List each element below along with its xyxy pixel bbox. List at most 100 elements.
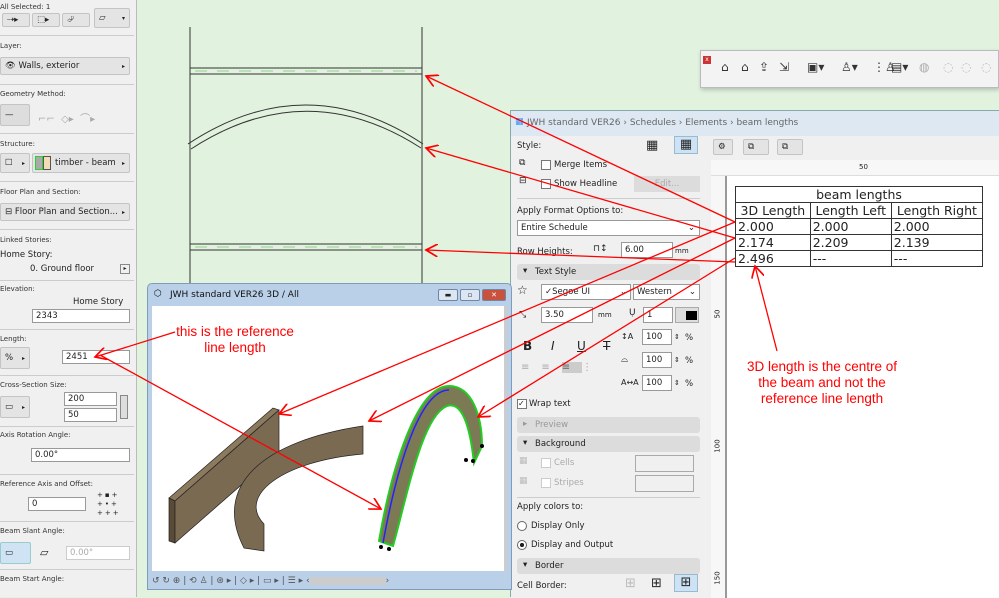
background-header[interactable]: Background xyxy=(517,436,700,452)
profile-button[interactable]: ▭ ▸ xyxy=(0,396,30,418)
3d-navigation-toolbar[interactable]: ↺ ↻ ⊕ | ⟲ ♙ | ⊛ ▸ | ◇ ▸ | ▭ ▸ | ☰ ▸ ‹ › xyxy=(152,576,507,590)
cell[interactable]: --- xyxy=(809,250,892,267)
italic-button[interactable]: I xyxy=(551,339,555,353)
sync-icon[interactable]: ⌂ xyxy=(741,60,749,74)
alignment-buttons[interactable]: ≡≡≡⋮ xyxy=(521,362,604,373)
slanted-beam-button[interactable]: ▱ xyxy=(40,546,48,559)
cell[interactable]: 2.000 xyxy=(890,218,984,235)
width-factor-input[interactable]: 100 xyxy=(642,352,672,368)
spinner-2[interactable]: ⇕ xyxy=(674,356,680,364)
spinner-3[interactable]: ⇕ xyxy=(674,379,680,387)
reference-axis-grid[interactable]: +▪+ +•+ +++ xyxy=(97,491,121,518)
width-input[interactable]: 50 xyxy=(64,408,117,422)
script-select[interactable]: Western ⌄ xyxy=(633,284,700,300)
cells-color-field[interactable] xyxy=(635,455,694,472)
wrap-text-checkbox[interactable]: ✓ xyxy=(517,399,527,409)
export-icon[interactable]: ⇲ xyxy=(779,60,789,74)
display-only-radio[interactable] xyxy=(517,521,527,531)
beam-tool-button[interactable]: ▱ ▾ xyxy=(94,8,130,28)
font-size-input[interactable]: 3.50 xyxy=(541,307,593,323)
floorplan-section-button[interactable]: ⊟ Floor Plan and Section... ▸ xyxy=(0,203,130,221)
comment-icon[interactable]: ◌ xyxy=(943,60,953,74)
cell[interactable]: --- xyxy=(890,250,984,267)
cell[interactable]: 2.209 xyxy=(809,234,892,251)
height-input[interactable]: 200 xyxy=(64,392,117,406)
close-icon[interactable]: x xyxy=(703,56,711,64)
stripes-color-field[interactable] xyxy=(635,475,694,492)
building-material-selector[interactable]: timber - beam ▸ xyxy=(32,153,130,173)
underline-button[interactable]: U xyxy=(577,339,586,353)
3d-window-title: JWH standard VER26 3D / All xyxy=(170,290,299,300)
person-icon[interactable]: ♙▾ xyxy=(841,60,858,74)
selection-tool-button[interactable]: ⇢▸ xyxy=(2,13,30,27)
vertical-ruler: 50 100 150 xyxy=(711,176,727,598)
cell[interactable]: 2.496 xyxy=(735,250,811,267)
cell[interactable]: 2.000 xyxy=(809,218,892,235)
row-heights-input[interactable]: 6.00 xyxy=(621,242,673,258)
home-story-arrow[interactable]: ▸ xyxy=(120,264,130,274)
pointer-icon[interactable]: ⮰ xyxy=(62,13,90,27)
home-story-value[interactable]: 0. Ground floor xyxy=(30,264,94,274)
geometry-straight-button[interactable]: — xyxy=(0,104,30,126)
stripes-checkbox[interactable] xyxy=(541,478,551,488)
font-select[interactable]: ✓Segoe UI ⌄ xyxy=(541,284,631,300)
char-spacing-input[interactable]: 100 xyxy=(642,375,672,391)
style-grid-2-button[interactable]: ▦ xyxy=(674,136,698,154)
bold-button[interactable]: B xyxy=(523,339,532,353)
spinner-1[interactable]: ⇕ xyxy=(674,333,680,341)
edit-button[interactable]: Edit... xyxy=(634,176,700,192)
apply-format-select[interactable]: Entire Schedule ⌄ xyxy=(517,220,700,236)
fit-button[interactable]: ⧉ xyxy=(743,139,769,155)
pen-color-swatch[interactable] xyxy=(675,307,699,323)
maximize-button[interactable]: ▫ xyxy=(460,289,480,301)
border-all-button[interactable]: ⊞ xyxy=(674,574,698,592)
minimize-button[interactable]: ▬ xyxy=(438,289,458,301)
layout-icon[interactable]: ▣▾ xyxy=(807,60,824,74)
import-icon[interactable]: ⇪ xyxy=(759,60,769,74)
marquee-button[interactable]: ⬚▸ xyxy=(32,13,60,27)
cells-checkbox[interactable] xyxy=(541,458,551,468)
length-mode-button[interactable]: % ▸ xyxy=(0,347,30,369)
pen-input[interactable]: 1 xyxy=(643,307,673,323)
elevation-input[interactable]: 2343 xyxy=(32,309,130,323)
zoom-fit-button[interactable]: ⧉ xyxy=(777,139,803,155)
text-style-header[interactable]: Text Style xyxy=(517,264,700,280)
geometry-methods-icons[interactable]: ⌐⌐ ◇▸ ⌒▸ xyxy=(38,110,95,125)
cell[interactable]: 2.174 xyxy=(735,234,811,251)
offset-input[interactable]: 0 xyxy=(28,497,86,511)
table-row: 2.000 2.000 2.000 xyxy=(735,218,984,235)
border-none-button[interactable]: ⊞ xyxy=(625,576,636,591)
globe-icon[interactable]: ◍ xyxy=(919,60,929,74)
slant-angle-input[interactable]: 0.00° xyxy=(66,546,130,560)
elevation-reference[interactable]: Home Story xyxy=(73,297,123,307)
beam-slant-label: Beam Slant Angle: xyxy=(0,527,65,535)
strikethrough-button[interactable]: T xyxy=(603,339,610,353)
axis-rotation-input[interactable]: 0.00° xyxy=(31,448,130,462)
merge-items-checkbox[interactable] xyxy=(541,160,551,170)
cell[interactable]: 2.000 xyxy=(735,218,811,235)
horizontal-scrollbar[interactable] xyxy=(309,576,386,585)
search-comment-icon[interactable]: ◌ xyxy=(961,60,971,74)
display-output-radio[interactable] xyxy=(517,540,527,550)
close-button[interactable]: ✕ xyxy=(482,289,506,301)
structure-type-button[interactable]: ☐ ▸ xyxy=(0,153,30,173)
chain-link-icon[interactable] xyxy=(120,395,128,419)
favorite-star-icon[interactable]: ☆ xyxy=(517,283,528,297)
style-label: Style: xyxy=(517,141,542,151)
show-headline-checkbox[interactable] xyxy=(541,179,551,189)
settings-gear-button[interactable]: ⚙ xyxy=(713,139,733,155)
line-spacing-input[interactable]: 100 xyxy=(642,329,672,345)
eye-icon: 👁 xyxy=(5,61,19,71)
style-grid-1-button[interactable]: ▦ xyxy=(646,138,658,153)
save-icon[interactable]: ▤▾ xyxy=(891,60,908,74)
preview-header[interactable]: Preview xyxy=(517,417,700,433)
layer-selector[interactable]: 👁 Walls, exterior ▸ xyxy=(0,57,130,75)
delete-comment-icon[interactable]: ◌ xyxy=(981,60,991,74)
schedule-table[interactable]: beam lengths 3D Length Length Left Length … xyxy=(735,186,984,267)
length-input[interactable]: 2451 xyxy=(62,350,130,364)
border-inner-button[interactable]: ⊞ xyxy=(651,576,662,591)
teamwork-icon[interactable]: ⌂ xyxy=(721,60,729,74)
horizontal-beam-button[interactable]: ▭ xyxy=(0,542,31,564)
cell[interactable]: 2.139 xyxy=(890,234,984,251)
border-header[interactable]: Border xyxy=(517,558,700,574)
